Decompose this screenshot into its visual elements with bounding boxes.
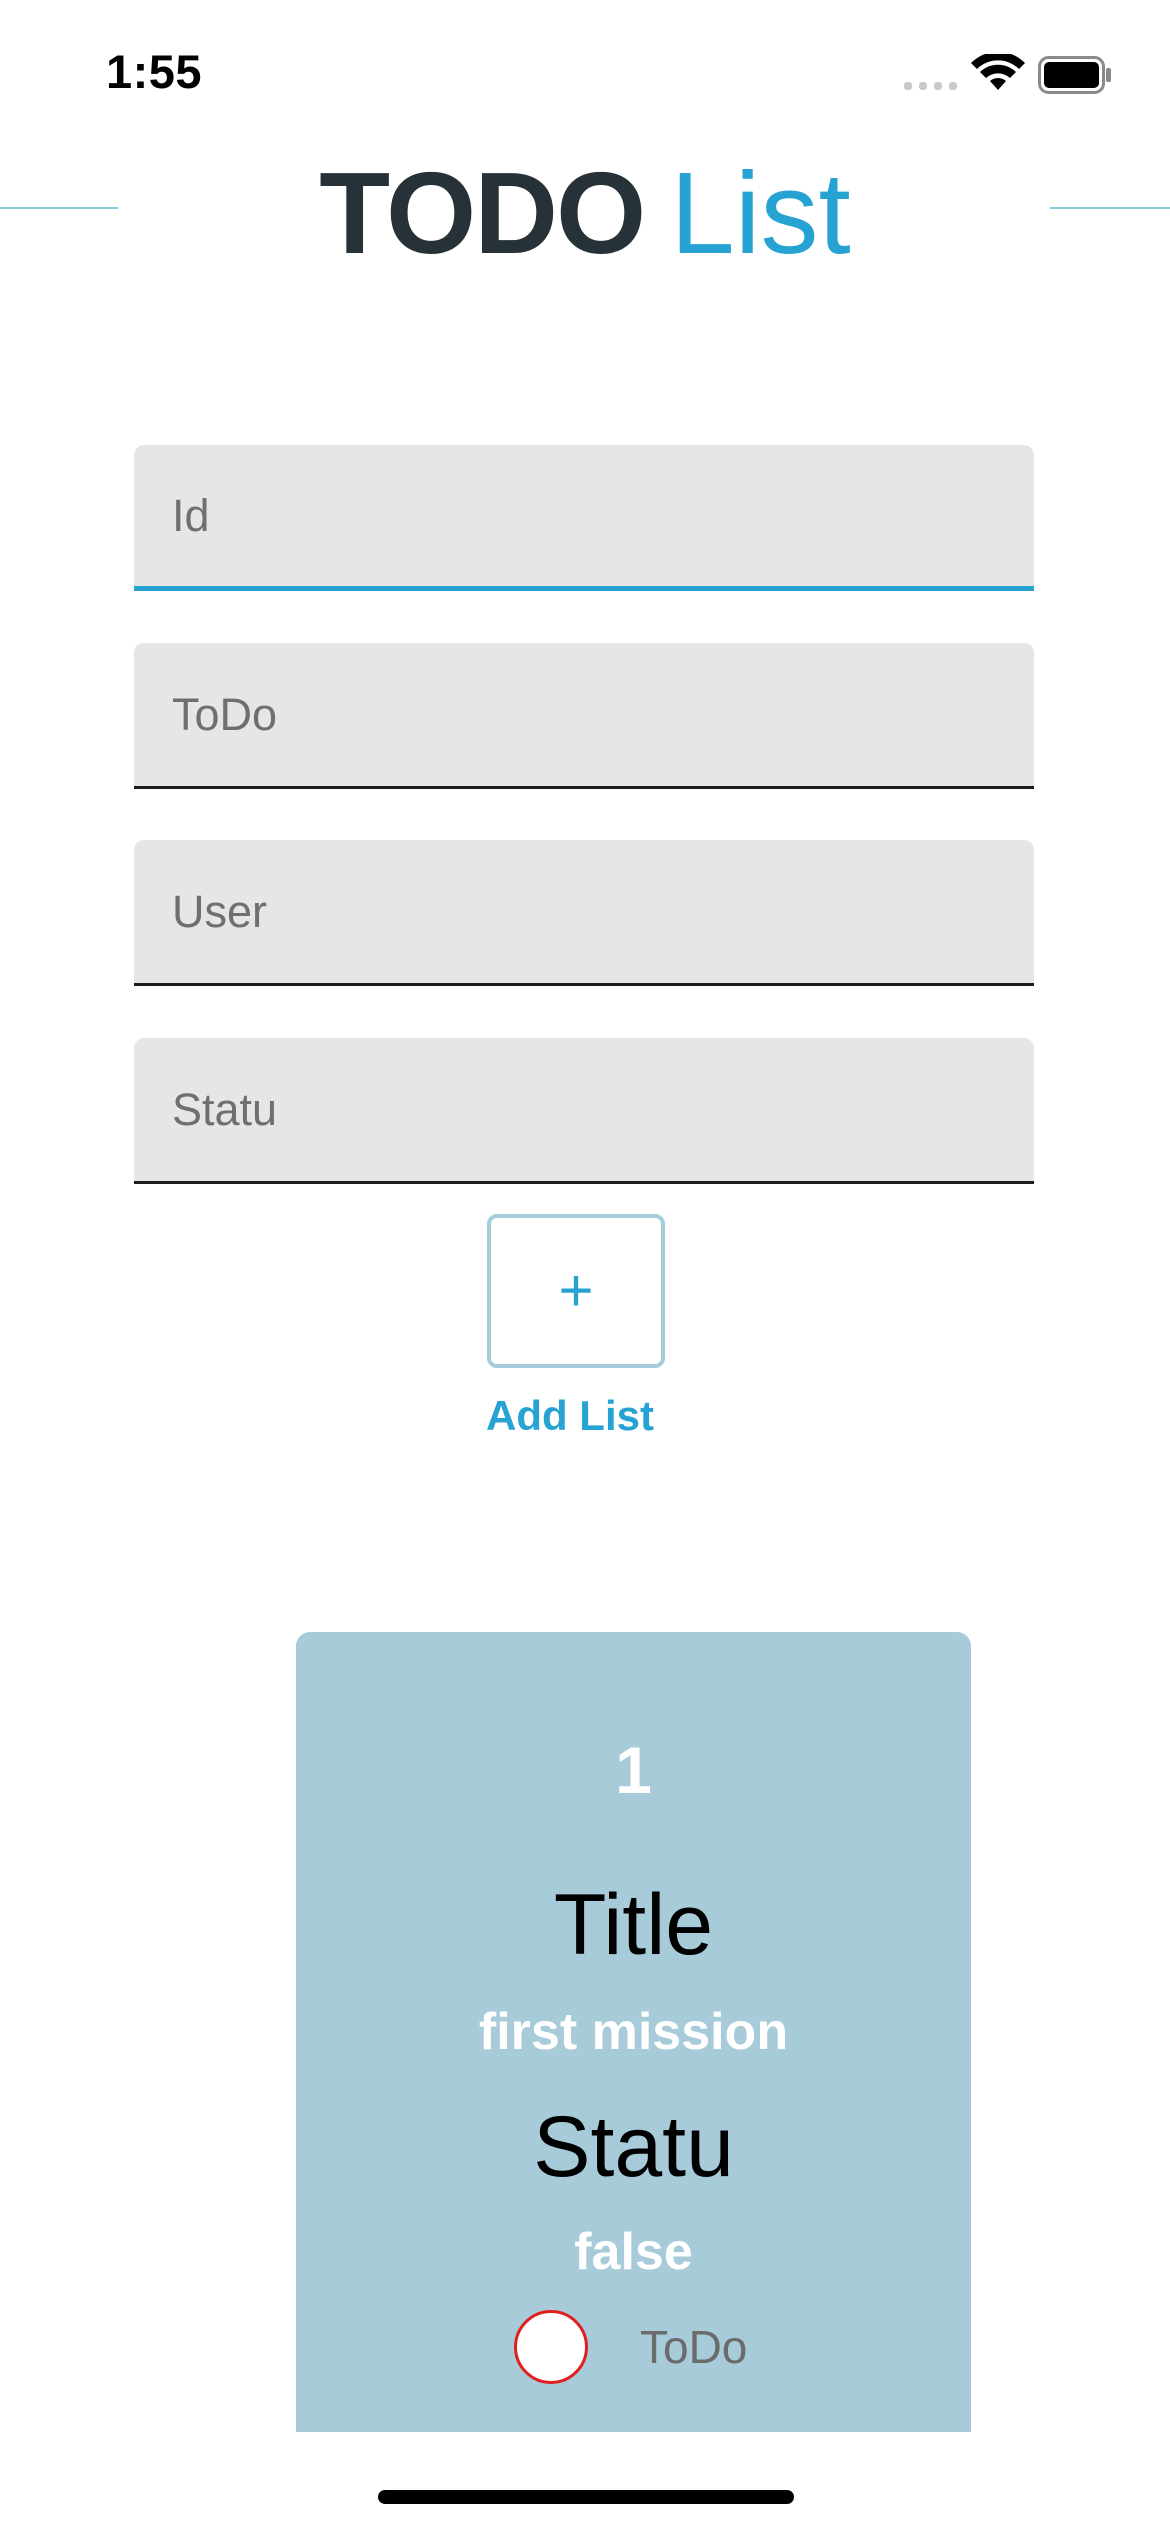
todo-status-label: Statu <box>533 2099 734 2195</box>
screen: 1:55 TODOList + Add List 1 Title first m… <box>0 0 1170 2532</box>
todo-input[interactable] <box>134 643 1034 786</box>
status-input[interactable] <box>134 1038 1034 1181</box>
todo-status-value: false <box>574 2223 693 2281</box>
todo-title-label: Title <box>553 1877 714 1973</box>
cellular-signal-icon <box>904 82 957 90</box>
id-field[interactable] <box>134 445 1034 591</box>
status-field[interactable] <box>134 1038 1034 1184</box>
todo-radio-label[interactable]: ToDo <box>640 2320 747 2374</box>
battery-icon <box>1038 56 1111 94</box>
todo-radio-button[interactable] <box>514 2310 588 2384</box>
add-list-label[interactable]: Add List <box>420 1392 720 1440</box>
todo-title-value: first mission <box>478 2003 789 2061</box>
page-title: TODO List <box>0 148 1170 278</box>
todo-field[interactable] <box>134 643 1034 789</box>
page-title-accent: List <box>670 148 851 278</box>
page-title-bold: TODO <box>319 148 646 278</box>
status-bar-time: 1:55 <box>106 45 203 98</box>
user-field[interactable] <box>134 840 1034 986</box>
home-indicator[interactable] <box>378 2490 794 2504</box>
todo-id: 1 <box>615 1733 652 1807</box>
add-list-button[interactable]: + <box>487 1214 665 1368</box>
id-input[interactable] <box>134 445 1034 586</box>
plus-icon: + <box>558 1257 594 1324</box>
wifi-icon <box>971 54 1025 90</box>
user-input[interactable] <box>134 840 1034 983</box>
todo-card: 1 Title first mission Statu false ToDo <box>296 1632 971 2432</box>
